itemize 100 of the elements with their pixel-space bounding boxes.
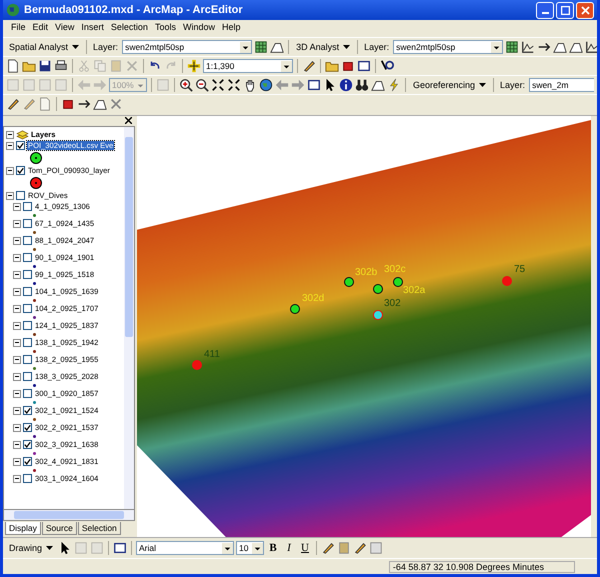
hand-icon[interactable]	[243, 78, 257, 92]
collapse-icon[interactable]	[13, 270, 21, 278]
toolbar-menu[interactable]: Drawing	[6, 543, 56, 553]
font-size-dropdown[interactable]: 10	[236, 541, 264, 555]
layer-checkbox[interactable]	[23, 355, 32, 364]
layer-checkbox[interactable]	[23, 406, 32, 415]
window-icon[interactable]	[113, 541, 128, 555]
collapse-icon[interactable]	[13, 474, 21, 482]
toc-tab[interactable]: Source	[42, 522, 77, 535]
binoculars-icon[interactable]	[355, 78, 369, 92]
arrows-icon[interactable]	[227, 78, 241, 92]
chart-icon[interactable]	[521, 40, 536, 54]
layer-checkbox[interactable]	[23, 304, 32, 313]
bold-button[interactable]: B	[266, 542, 280, 554]
folder-icon[interactable]	[22, 59, 36, 73]
layer-checkbox[interactable]	[23, 440, 32, 449]
layer-checkbox[interactable]	[16, 191, 25, 200]
collapse-icon[interactable]	[13, 304, 21, 312]
folder-icon[interactable]	[325, 59, 339, 73]
pen-icon[interactable]	[353, 541, 368, 555]
layer-checkbox[interactable]	[16, 141, 25, 150]
vertical-scrollbar[interactable]	[124, 127, 134, 509]
underline-button[interactable]: U	[298, 542, 312, 554]
menu-item[interactable]: Window	[182, 22, 215, 35]
layer-checkbox[interactable]	[16, 166, 25, 175]
layer-checkbox[interactable]	[23, 202, 32, 211]
scale-dropdown[interactable]: 1:1,390	[203, 59, 293, 73]
layer-checkbox[interactable]	[23, 236, 32, 245]
layer-checkbox[interactable]	[23, 423, 32, 432]
menu-item[interactable]: File	[11, 22, 26, 35]
close-button[interactable]	[125, 117, 132, 124]
minimize-button[interactable]	[536, 2, 554, 18]
collapse-icon[interactable]	[13, 220, 21, 228]
info-icon[interactable]	[339, 78, 353, 92]
layer-label: Layer:	[363, 42, 390, 52]
collapse-icon[interactable]	[6, 166, 14, 174]
pen-icon[interactable]	[321, 541, 336, 555]
plus-icon[interactable]	[187, 59, 201, 73]
layer-dropdown[interactable]: swen_2m	[529, 78, 594, 92]
toc-tab[interactable]: Selection	[78, 522, 121, 535]
maximize-button[interactable]	[556, 2, 574, 18]
globe-icon[interactable]	[259, 78, 273, 92]
grid-icon[interactable]	[254, 40, 268, 54]
collapse-icon[interactable]	[13, 424, 21, 432]
menu-item[interactable]: Selection	[110, 22, 148, 35]
menu-item[interactable]: View	[55, 22, 74, 35]
arrows-icon[interactable]	[211, 78, 225, 92]
collapse-icon[interactable]	[13, 338, 21, 346]
zoomin-icon[interactable]	[179, 78, 193, 92]
maximize-icon	[560, 6, 570, 14]
menu-item[interactable]: Tools	[154, 22, 176, 35]
grid-icon[interactable]	[505, 40, 520, 54]
layer-checkbox[interactable]	[23, 389, 32, 398]
layer-checkbox[interactable]	[23, 287, 32, 296]
arrow-icon[interactable]	[537, 40, 552, 54]
layers-icon	[16, 129, 29, 140]
window-icon[interactable]	[357, 59, 371, 73]
layer-checkbox[interactable]	[23, 219, 32, 228]
italic-button[interactable]: I	[282, 542, 296, 554]
layer-checkbox[interactable]	[23, 474, 32, 483]
toolbar-menu[interactable]: 3D Analyst	[293, 42, 354, 52]
clipboard-icon[interactable]	[109, 59, 123, 73]
toolbar-menu[interactable]: Georeferencing	[410, 80, 490, 90]
collapse-icon[interactable]	[13, 440, 21, 448]
pen-icon[interactable]	[6, 97, 20, 111]
collapse-icon[interactable]	[13, 372, 21, 380]
bolt-icon[interactable]	[387, 78, 401, 92]
layer-dropdown[interactable]: swen2mtpl50sp	[122, 40, 252, 54]
window-icon[interactable]	[307, 78, 321, 92]
page-icon[interactable]	[6, 59, 20, 73]
printer-icon[interactable]	[54, 59, 68, 73]
zoomout-icon[interactable]	[195, 78, 209, 92]
collapse-icon[interactable]	[13, 406, 21, 414]
layer-checkbox[interactable]	[23, 457, 32, 466]
collapse-icon[interactable]	[13, 322, 21, 330]
menu-item[interactable]: Help	[222, 22, 240, 35]
layer-checkbox[interactable]	[23, 321, 32, 330]
chart-icon[interactable]	[585, 40, 597, 54]
arrow-icon[interactable]	[77, 97, 91, 111]
layer-checkbox[interactable]	[23, 253, 32, 262]
menu-item[interactable]: Edit	[32, 22, 48, 35]
collapse-icon[interactable]	[13, 390, 21, 398]
pen-icon[interactable]	[302, 59, 316, 73]
collapse-icon[interactable]	[13, 356, 21, 364]
caret-icon	[252, 542, 264, 554]
font-dropdown[interactable]: Arial	[136, 541, 234, 555]
layer-checkbox[interactable]	[23, 338, 32, 347]
collapse-icon[interactable]	[13, 458, 21, 466]
caret-icon	[222, 542, 234, 554]
menu-item[interactable]: Insert	[81, 22, 104, 35]
toc-tab[interactable]: Display	[5, 522, 41, 535]
toolbar-menu[interactable]: Spatial Analyst	[6, 42, 82, 52]
layer-dropdown[interactable]: swen2mtpl50sp	[393, 40, 504, 54]
collapse-icon[interactable]	[13, 288, 21, 296]
horizontal-scrollbar[interactable]	[3, 510, 135, 521]
layer-checkbox[interactable]	[23, 372, 32, 381]
collapse-icon[interactable]	[13, 254, 21, 262]
layer-checkbox[interactable]	[23, 270, 32, 279]
clipboard-icon[interactable]	[337, 541, 352, 555]
collapse-icon[interactable]	[13, 236, 21, 244]
